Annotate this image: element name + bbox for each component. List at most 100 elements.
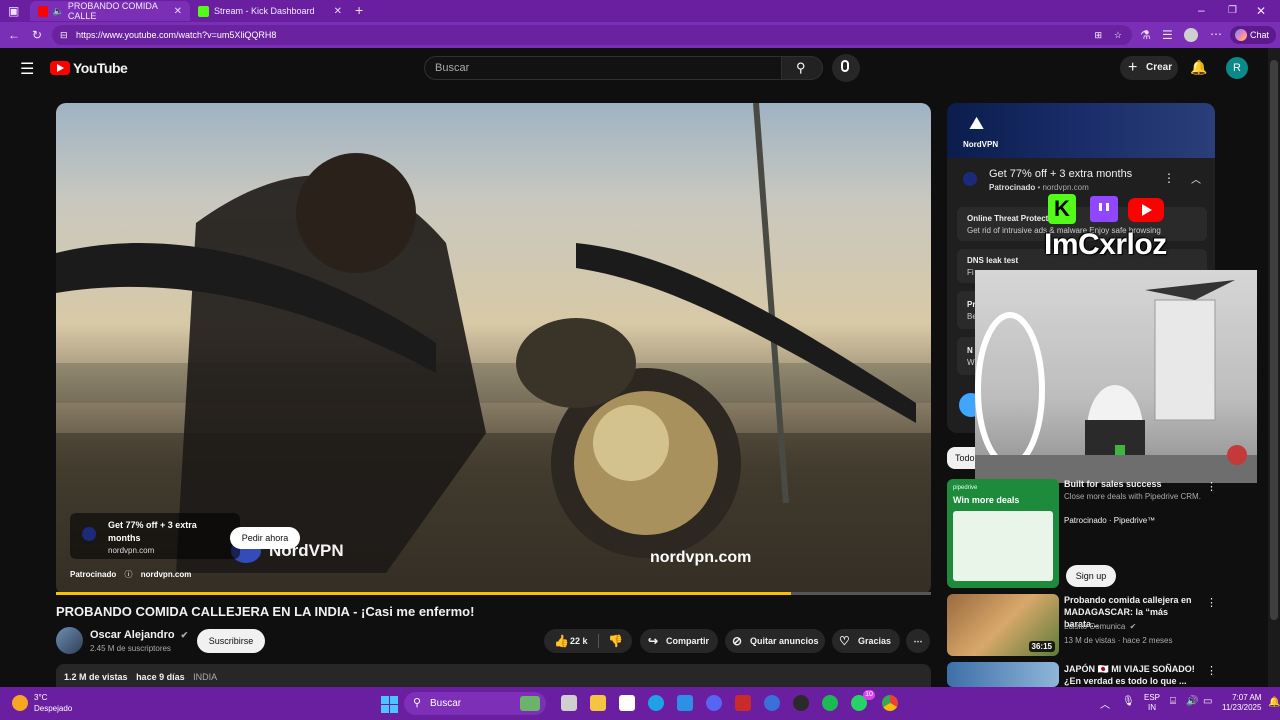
channel-avatar[interactable] [56,627,83,654]
order-now-button[interactable]: Pedir ahora [230,527,300,549]
rec-menu-icon[interactable]: ⋮ [1206,596,1217,609]
more-menu-icon[interactable]: ⋯ [1210,27,1222,41]
rec-channel-row[interactable]: Luisito Comunica ✔ [1064,622,1136,631]
rec-channel[interactable]: Luisito Comunica [1064,622,1125,631]
search-icon: ⚲ [796,60,806,75]
youtube-logo[interactable]: YouTube [50,60,128,76]
edge-icon[interactable] [648,695,664,711]
tab-label: Stream - Kick Dashboard [214,6,315,16]
app-icon[interactable] [764,695,780,711]
rec-thumb-japon[interactable] [947,662,1059,687]
webcam-overlay [975,270,1257,483]
thanks-button[interactable]: ♡ Gracias [832,629,900,653]
sponsored-domain[interactable]: nordvpn.com [141,570,192,579]
url-text: https://www.youtube.com/watch?v=um5XliQQ… [76,30,277,40]
rec-desc: Close more deals with Pipedrive CRM. [1064,492,1201,501]
sidebar-ad-menu-icon[interactable]: ⋮ [1163,171,1175,185]
browser-tab-bar: ▣ 🔈 PROBANDO COMIDA CALLE ✕ Stream - Kic… [0,0,1280,22]
info-icon[interactable]: ⓘ [124,570,132,579]
video-progress-bar[interactable] [56,592,931,595]
more-actions-icon[interactable]: ⋯ [906,629,930,653]
rec-title[interactable]: Built for sales success [1064,478,1204,490]
video-tag[interactable]: INDIA [193,672,217,682]
like-count[interactable]: 22 k [570,629,588,653]
subscribe-button[interactable]: Suscribirse [197,629,265,653]
task-view-icon[interactable] [561,695,577,711]
clock[interactable]: 7:07 AM 11/23/2025 [1222,693,1261,713]
nordvpn-banner[interactable]: ⛰ NordVPN [947,103,1215,158]
discord-icon[interactable] [706,695,722,711]
chevron-up-icon[interactable]: ︿ [1191,171,1201,186]
create-button[interactable]: + Crear [1120,56,1178,80]
hamburger-menu-icon[interactable]: ☰ [20,59,34,79]
kick-favicon-icon [198,5,209,17]
youtube-icon [1128,198,1164,222]
app-available-icon[interactable]: ⊞ [1094,25,1102,45]
weather-desc: Despejado [34,704,73,713]
search-button[interactable]: ⚲ [781,56,823,80]
notifications-bell-icon[interactable]: 🔔 [1190,59,1207,76]
back-icon[interactable]: ← [8,28,20,42]
tray-mic-icon[interactable]: 🎙 [1122,696,1135,707]
close-tab-icon[interactable]: ✕ [334,6,342,17]
voice-search-button[interactable] [832,54,860,82]
rec-menu-icon[interactable]: ⋮ [1206,480,1217,493]
file-explorer-icon[interactable] [590,695,606,711]
clock-date: 11/23/2025 [1222,703,1262,712]
copilot-chat-button[interactable]: Chat [1230,26,1276,44]
windows-start-icon[interactable] [381,696,398,713]
weather-temp[interactable]: 3°C [34,693,47,702]
page-scrollbar-thumb[interactable] [1270,60,1278,620]
channel-name[interactable]: Oscar Alejandro [90,629,175,641]
verified-icon: ✔ [1129,622,1137,631]
refresh-icon[interactable]: ↻ [32,28,42,42]
mail-icon[interactable] [677,695,693,711]
restore-icon[interactable]: ❐ [1228,4,1237,18]
tab-youtube[interactable]: 🔈 PROBANDO COMIDA CALLE ✕ [30,1,190,21]
favorites-icon[interactable]: ☰ [1162,28,1173,42]
weather-icon[interactable] [12,695,28,711]
rec-thumb-madagascar[interactable]: 36:15 [947,594,1059,656]
favorite-star-icon[interactable]: ☆ [1114,25,1122,45]
language-indicator[interactable]: ESP IN [1144,693,1160,713]
notifications-icon[interactable]: 🔔 [1268,697,1280,708]
chrome-icon[interactable] [882,695,898,711]
close-window-icon[interactable]: ✕ [1256,4,1266,18]
minimize-icon[interactable]: – [1198,3,1205,17]
rec-title[interactable]: JAPÓN 🇯🇵 MI VIAJE SOÑADO! ¿En verdad es … [1064,663,1204,687]
tab-actions-icon[interactable]: ▣ [8,4,19,18]
rec-thumb-pipedrive[interactable]: pipedrive Win more deals [947,479,1059,588]
network-icon[interactable]: ⌸ [1170,696,1176,707]
banner-brand: NordVPN [963,140,999,149]
rec-menu-icon[interactable]: ⋮ [1206,664,1217,677]
store-icon[interactable] [619,695,635,711]
dislike-icon[interactable]: 👎 [608,629,623,653]
url-field[interactable]: ⊟ https://www.youtube.com/watch?v=um5Xli… [52,25,1132,45]
share-icon: ↪ [648,634,659,648]
sidebar-ad-domain: nordvpn.com [1042,183,1089,192]
tray-chevron-up-icon[interactable]: ︿ [1100,696,1110,711]
taskbar-search[interactable]: ⚲ Buscar [404,692,546,715]
close-tab-icon[interactable]: ✕ [174,6,182,17]
profile-icon[interactable] [1184,28,1198,42]
battery-icon[interactable]: ▭ [1203,696,1212,707]
extension-icon[interactable]: ⚗ [1140,28,1151,42]
link-title: N [967,346,973,355]
obs-icon[interactable] [793,695,809,711]
spotify-icon[interactable] [822,695,838,711]
ad-info-card[interactable]: Get 77% off + 3 extra months nordvpn.com [70,513,240,559]
share-button[interactable]: ↪ Compartir [640,629,718,653]
description-box[interactable]: 1.2 M de vistas hace 9 días INDIA [56,664,931,687]
like-icon[interactable]: 👍 [554,629,569,653]
search-input[interactable]: Buscar [424,56,782,80]
remove-ads-button[interactable]: ⊘ Quitar anuncios [725,629,825,653]
sidebar-ad-title[interactable]: Get 77% off + 3 extra months [989,168,1132,180]
tab-kick-dashboard[interactable]: Stream - Kick Dashboard ✕ [190,1,350,21]
user-avatar[interactable]: R [1226,57,1248,79]
site-info-icon[interactable]: ⊟ [60,25,68,45]
new-tab-icon[interactable]: + [355,3,363,17]
sign-up-button[interactable]: Sign up [1066,565,1116,587]
channel-name-row[interactable]: Oscar Alejandro ✔ [90,629,188,641]
video-editor-icon[interactable] [735,695,751,711]
volume-icon[interactable]: 🔊 [1186,696,1198,707]
